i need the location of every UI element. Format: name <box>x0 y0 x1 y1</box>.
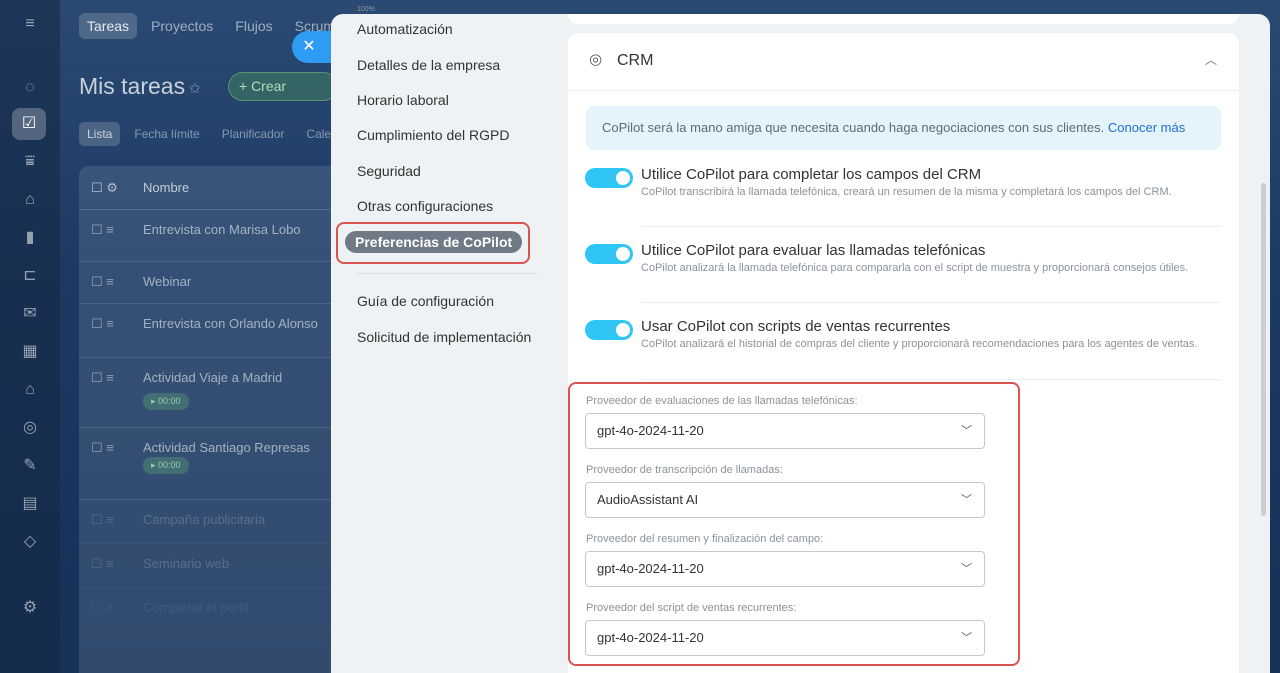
table-row[interactable]: Webinar <box>79 262 339 304</box>
table-row[interactable]: Entrevista con Marisa Lobo <box>79 210 339 262</box>
task-name: Seminario web <box>143 556 229 571</box>
panel-scrollbar[interactable] <box>1261 183 1266 516</box>
target-icon[interactable]: ◎ <box>18 416 42 440</box>
pen-icon[interactable]: ✎ <box>18 454 42 478</box>
table-row[interactable]: Seminario web <box>79 544 339 588</box>
background-title: Mis tareas <box>79 73 186 99</box>
calendar-icon[interactable]: ▦ <box>18 340 42 364</box>
chart-icon[interactable]: ▮ <box>18 226 42 250</box>
crm-info-box: CoPilot será la mano amiga que necesita … <box>586 106 1221 150</box>
info-text: CoPilot será la mano amiga que necesita … <box>602 120 1105 135</box>
timer-badge: ▸ 00:00 <box>143 457 189 474</box>
option-divider <box>641 226 1221 227</box>
tasks-icon[interactable]: ☑ <box>12 108 46 140</box>
crm-icon: ◎ <box>589 51 603 68</box>
option-title: Utilice CoPilot para evaluar las llamada… <box>641 242 986 259</box>
option-description: CoPilot transcribirá la llamada telefóni… <box>641 186 1172 198</box>
timer-badge: ▸ 00:00 <box>143 393 189 410</box>
task-name: Actividad Santiago Represas <box>143 440 310 455</box>
option-recurrent-sales-scripts: Usar CoPilot con scripts de ventas recur… <box>585 318 1221 378</box>
option-description: CoPilot analizará el historial de compra… <box>641 338 1198 350</box>
learn-more-link[interactable]: Conocer más <box>1108 120 1185 135</box>
option-description: CoPilot analizará la llamada telefónica … <box>641 262 1189 274</box>
nav-highlight-frame <box>336 222 530 264</box>
cart-icon[interactable]: ⊏ <box>18 264 42 288</box>
mail-icon[interactable]: ✉ <box>18 302 42 326</box>
option-divider <box>641 302 1221 303</box>
filter-icon[interactable]: ⩸ <box>18 150 42 174</box>
table-row[interactable]: Actividad Santiago Represas ▸ 00:00 <box>79 428 339 500</box>
bg-tab[interactable]: Flujos <box>227 13 280 39</box>
task-name: Actividad Viaje a Madrid <box>143 370 283 385</box>
crm-card-header[interactable]: ◎ CRM ︿ <box>568 33 1239 91</box>
table-row[interactable]: Entrevista con Orlando Alonso <box>79 304 339 358</box>
toggle-complete-crm-fields[interactable] <box>585 168 633 188</box>
nav-item-horario-laboral[interactable]: Horario laboral <box>357 92 449 108</box>
crm-title: CRM <box>617 52 654 69</box>
nav-item-seguridad[interactable]: Seguridad <box>357 163 421 179</box>
chevron-up-icon[interactable]: ︿ <box>1205 51 1217 68</box>
settings-icon[interactable]: ⚙ <box>18 596 42 620</box>
close-button[interactable]: ✕ <box>292 31 332 63</box>
bg-view[interactable]: Planificador <box>214 122 293 146</box>
bg-view[interactable]: Lista <box>79 122 121 146</box>
task-name: Entrevista con Marisa Lobo <box>143 222 301 237</box>
create-button[interactable]: + Crear <box>228 72 338 101</box>
task-name: Entrevista con Orlando Alonso <box>143 316 318 331</box>
option-complete-crm-fields: Utilice CoPilot para completar los campo… <box>585 166 1221 226</box>
feed-icon[interactable]: ◌ <box>18 76 42 100</box>
nav-item-detalles-empresa[interactable]: Detalles de la empresa <box>357 57 500 73</box>
providers-highlight-frame <box>568 382 1020 666</box>
close-icon: ✕ <box>302 38 316 55</box>
toggle-recurrent-sales-scripts[interactable] <box>585 320 633 340</box>
task-name: Completar el perfil <box>143 600 249 615</box>
table-row[interactable]: Campaña publicitaria <box>79 500 339 544</box>
star-icon[interactable]: ✩ <box>189 80 201 97</box>
left-rail: ≡ ◌ ☑ ⩸ ⌂ ▮ ⊏ ✉ ▦ ⌂ ◎ ✎ ▤ ◇ ⚙ <box>0 0 60 673</box>
background-task-table: Nombre Entrevista con Marisa Lobo Webina… <box>79 166 339 673</box>
option-evaluate-calls: Utilice CoPilot para evaluar las llamada… <box>585 242 1221 302</box>
bg-view[interactable]: Fecha límite <box>126 122 207 146</box>
toggle-evaluate-calls[interactable] <box>585 244 633 264</box>
nav-divider <box>357 273 537 274</box>
nav-item-rgpd[interactable]: Cumplimiento del RGPD <box>357 127 510 143</box>
table-row[interactable]: Completar el perfil <box>79 588 339 632</box>
option-title: Utilice CoPilot para completar los campo… <box>641 166 982 183</box>
nav-item-automatizacion[interactable]: Automatización <box>357 21 453 37</box>
option-title: Usar CoPilot con scripts de ventas recur… <box>641 318 951 335</box>
menu-icon[interactable]: ≡ <box>18 12 42 36</box>
store-icon[interactable]: ⌂ <box>18 378 42 402</box>
robot-icon[interactable]: ⌂ <box>18 188 42 212</box>
previous-card-bottom <box>568 14 1239 24</box>
task-name: Webinar <box>143 274 192 289</box>
nav-item-otras-configuraciones[interactable]: Otras configuraciones <box>357 198 493 214</box>
bg-tab[interactable]: Proyectos <box>143 13 221 39</box>
zoom-level: 100% <box>357 6 375 13</box>
table-header: Nombre <box>79 166 339 210</box>
bg-tab[interactable]: Tareas <box>79 13 138 39</box>
doc-icon[interactable]: ▤ <box>18 492 42 516</box>
table-row[interactable]: Actividad Viaje a Madrid ▸ 00:00 <box>79 358 339 428</box>
background-views: Lista Fecha límite Planificador Calen <box>79 122 346 146</box>
nav-item-guia-configuracion[interactable]: Guía de configuración <box>357 293 494 309</box>
nav-item-solicitud-implementacion[interactable]: Solicitud de implementación <box>357 329 531 345</box>
task-name: Campaña publicitaria <box>143 512 266 527</box>
cube-icon[interactable]: ◇ <box>18 530 42 554</box>
option-divider <box>641 379 1221 380</box>
